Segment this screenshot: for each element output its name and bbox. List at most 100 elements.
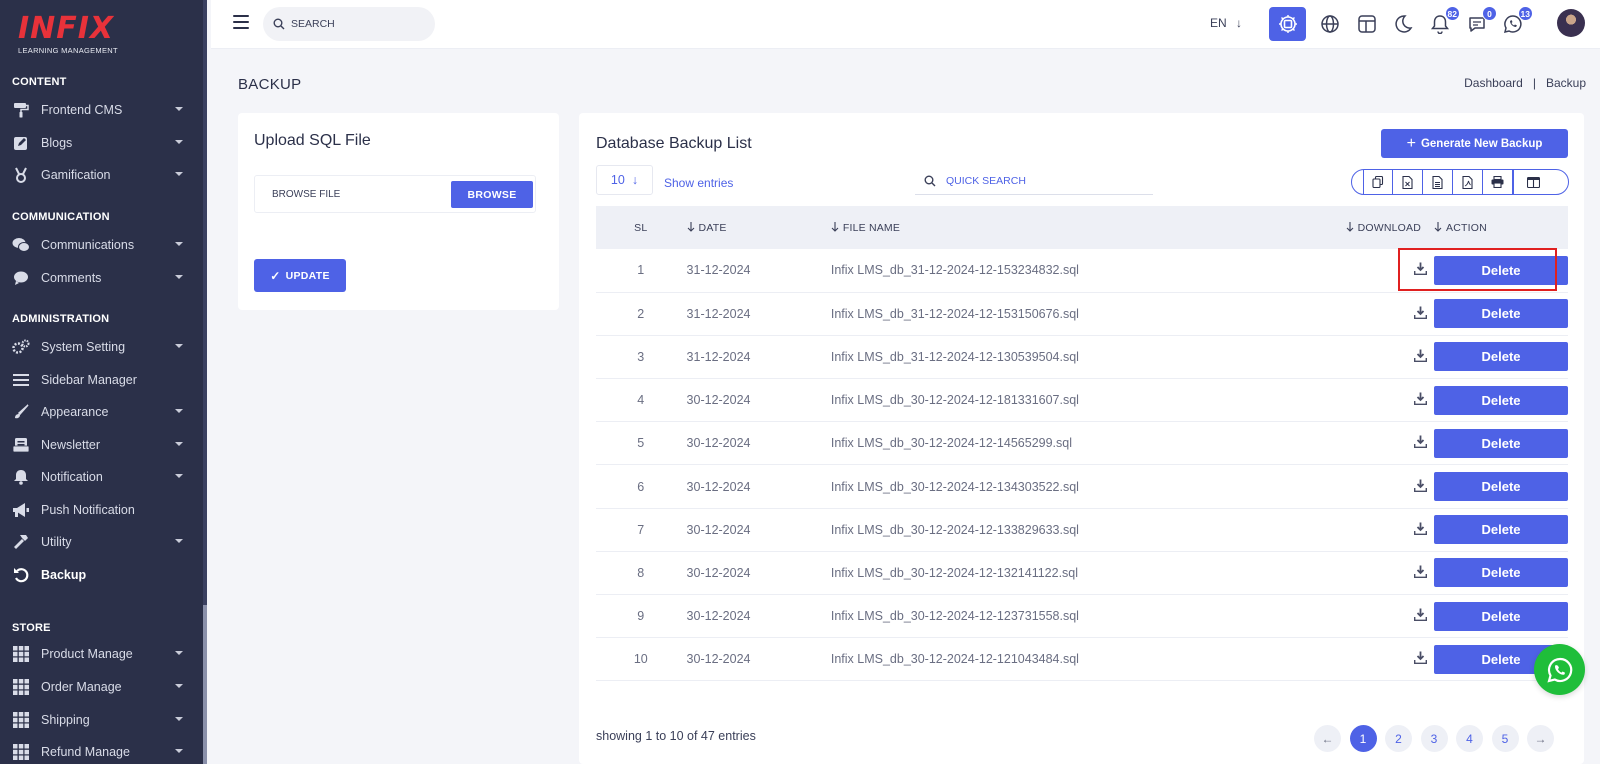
sidebar-item-shipping[interactable]: Shipping [0, 706, 203, 734]
language-selector[interactable]: EN ↓ [1210, 16, 1242, 30]
global-search[interactable] [263, 7, 435, 41]
cell-action: Delete [1427, 422, 1568, 465]
csv-export-button[interactable] [1423, 170, 1453, 194]
sidebar-item-frontend-cms[interactable]: Frontend CMS [0, 96, 203, 124]
delete-button[interactable]: Delete [1434, 472, 1568, 502]
globe-button[interactable] [1316, 10, 1344, 38]
cell-date: 30-12-2024 [686, 565, 751, 580]
page-size-select[interactable]: 10 ↓ [596, 165, 653, 195]
page-button[interactable]: 4 [1456, 725, 1483, 752]
sidebar-item-newsletter[interactable]: Newsletter [0, 431, 203, 459]
delete-button[interactable]: Delete [1434, 299, 1568, 329]
cell-file-name: Infix LMS_db_30-12-2024-12-181331607.sql [830, 393, 1079, 408]
sidebar-item-system-setting[interactable]: System Setting [0, 333, 203, 361]
delete-button[interactable]: Delete [1434, 515, 1568, 545]
breadcrumb-link-dashboard[interactable]: Dashboard [1464, 76, 1523, 90]
breadcrumb: Dashboard | Backup [1464, 76, 1586, 90]
quick-search-input[interactable] [946, 174, 1136, 187]
quick-search[interactable] [915, 167, 1153, 195]
pdf-export-button[interactable] [1453, 170, 1483, 194]
search-input[interactable] [291, 18, 421, 30]
sidebar-item-blogs[interactable]: Blogs [0, 129, 203, 157]
sidebar-item-appearance[interactable]: Appearance [0, 398, 203, 426]
next-page-button[interactable]: → [1527, 725, 1554, 752]
print-button[interactable] [1483, 170, 1513, 194]
delete-button[interactable]: Delete [1434, 428, 1568, 458]
download-icon[interactable] [1413, 651, 1428, 667]
cell-download [1229, 422, 1428, 465]
user-avatar[interactable] [1557, 9, 1585, 37]
browse-button[interactable]: BROWSE [451, 181, 533, 208]
sidebar-item-comments[interactable]: Comments [0, 264, 203, 292]
section-title-content: CONTENT [12, 76, 67, 88]
delete-button[interactable]: Delete [1434, 558, 1568, 588]
delete-button[interactable]: Delete [1434, 385, 1568, 415]
menu-toggle-icon[interactable] [233, 15, 249, 29]
sidebar-item-label: Product Manage [41, 647, 133, 661]
delete-button[interactable]: Delete [1434, 601, 1568, 631]
table-row: 9 30-12-2024 Infix LMS_db_30-12-2024-12-12… [596, 595, 1568, 638]
column-visibility-button[interactable] [1513, 170, 1553, 194]
language-label: EN [1210, 16, 1227, 30]
prev-page-button[interactable]: ← [1314, 725, 1341, 752]
sidebar-item-gamification[interactable]: Gamification [0, 161, 203, 189]
sidebar-scrollbar[interactable] [203, 0, 207, 764]
update-button[interactable]: ✓ UPDATE [254, 259, 346, 292]
column-header-sl[interactable]: SL [596, 206, 686, 249]
column-header-date[interactable]: DATE [686, 206, 831, 249]
download-icon[interactable] [1413, 435, 1428, 451]
column-header-download[interactable]: DOWNLOAD [1229, 206, 1427, 249]
generate-backup-button[interactable]: + Generate New Backup [1381, 129, 1568, 158]
download-icon[interactable] [1413, 349, 1428, 365]
whatsapp-float-button[interactable] [1534, 644, 1585, 695]
cell-download [1229, 335, 1428, 378]
scrollbar-thumb[interactable] [203, 605, 207, 764]
sidebar-item-sidebar-manager[interactable]: Sidebar Manager [0, 366, 203, 394]
page-button[interactable]: 5 [1491, 725, 1519, 752]
page-title: BACKUP [238, 76, 302, 93]
page-button[interactable]: 1 [1349, 725, 1377, 752]
sidebar-item-product-manage[interactable]: Product Manage [0, 640, 203, 668]
download-icon[interactable] [1413, 262, 1428, 278]
sidebar-item-order-manage[interactable]: Order Manage [0, 673, 203, 701]
logo[interactable]: INFIX LEARNING MANAGEMENT [18, 14, 128, 58]
download-icon[interactable] [1413, 522, 1428, 538]
sidebar-item-label: Sidebar Manager [41, 373, 137, 387]
messages-button[interactable]: 0 [1463, 6, 1497, 38]
copy-button[interactable] [1363, 170, 1393, 194]
sidebar-item-communications[interactable]: Communications [0, 231, 203, 259]
sidebar-item-push-notification[interactable]: Push Notification [0, 496, 203, 524]
download-icon[interactable] [1413, 565, 1428, 581]
sidebar-item-utility[interactable]: Utility [0, 528, 203, 556]
backup-table: SL DATE FILE NAME DOWNLOAD ACTION 1 31-12… [596, 206, 1568, 681]
cpu-settings-button[interactable] [1269, 7, 1306, 41]
dark-mode-button[interactable] [1389, 10, 1417, 38]
excel-export-button[interactable] [1393, 170, 1423, 194]
page-button[interactable]: 3 [1420, 725, 1448, 752]
table-row: 3 31-12-2024 Infix LMS_db_31-12-2024-12-13… [596, 335, 1568, 379]
whatsapp-chat-button[interactable]: 13 [1499, 6, 1533, 38]
sidebar-item-label: Newsletter [41, 438, 101, 452]
download-icon[interactable] [1413, 479, 1428, 495]
download-icon[interactable] [1413, 306, 1428, 322]
cell-download [1229, 638, 1428, 681]
pagination: ← 1 2 3 4 5 → [1314, 725, 1563, 752]
page-button[interactable]: 2 [1385, 725, 1412, 752]
table-row: 7 30-12-2024 Infix LMS_db_30-12-2024-12-13… [596, 508, 1568, 552]
download-icon[interactable] [1413, 392, 1428, 408]
delete-button[interactable]: Delete [1434, 255, 1568, 285]
notifications-button[interactable]: 82 [1426, 6, 1460, 38]
column-header-action[interactable]: ACTION [1427, 206, 1568, 249]
file-picker[interactable]: BROWSE FILE BROWSE [254, 175, 536, 213]
layout-button[interactable] [1353, 10, 1381, 38]
cell-action: Delete [1427, 249, 1568, 292]
sidebar-item-backup[interactable]: Backup [0, 561, 203, 589]
table-row: 1 31-12-2024 Infix LMS_db_31-12-2024-12-15… [596, 249, 1568, 293]
sidebar-item-notification[interactable]: Notification [0, 463, 203, 491]
sidebar-item-refund-manage[interactable]: Refund Manage [0, 738, 203, 764]
column-header-file-name[interactable]: FILE NAME [831, 206, 1229, 249]
entries-info: showing 1 to 10 of 47 entries [596, 729, 756, 743]
download-icon[interactable] [1413, 608, 1428, 624]
delete-button[interactable]: Delete [1434, 342, 1568, 372]
cell-sl: 5 [637, 436, 645, 451]
